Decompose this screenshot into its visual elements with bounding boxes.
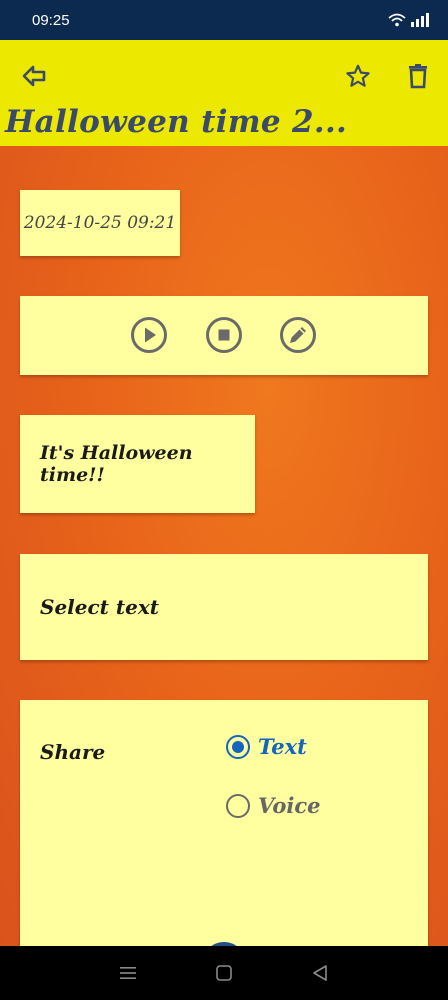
date-card: 2024-10-25 09:21: [20, 190, 180, 256]
share-card: Share Text Voice: [20, 700, 428, 946]
triangle-back-icon: [313, 965, 327, 981]
status-bar: 09:25: [0, 0, 448, 40]
radio-unselected[interactable]: [226, 793, 250, 818]
nav-home-button[interactable]: [209, 958, 239, 988]
share-label: Share: [40, 740, 106, 764]
menu-lines-icon: [120, 967, 136, 979]
wifi-icon: [388, 13, 406, 27]
note-message-card: It's Halloween time!!: [20, 415, 255, 513]
trash-icon: [409, 64, 427, 89]
play-button[interactable]: [130, 316, 168, 354]
arrow-back-icon: [22, 65, 46, 87]
stop-icon: [206, 317, 242, 353]
note-date: 2024-10-25 09:21: [23, 213, 177, 233]
stop-button[interactable]: [205, 316, 243, 354]
radio-selected[interactable]: [226, 734, 250, 759]
star-outline-icon: [346, 64, 370, 87]
note-content: 2024-10-25 09:21 It's Halloween time!! S…: [0, 146, 448, 946]
share-option-text-label: Text: [258, 734, 307, 759]
share-option-text[interactable]: Text: [226, 734, 307, 759]
playback-controls: [20, 296, 428, 375]
signal-icon: [411, 13, 429, 27]
back-button[interactable]: [16, 58, 52, 94]
app-bar: Halloween time 2...: [0, 40, 448, 146]
share-option-voice[interactable]: Voice: [226, 793, 321, 818]
edit-button[interactable]: [279, 316, 317, 354]
favorite-button[interactable]: [340, 58, 376, 94]
nav-back-button[interactable]: [305, 958, 335, 988]
select-text-button[interactable]: Select text: [20, 554, 428, 660]
nav-recents-button[interactable]: [113, 958, 143, 988]
square-icon: [216, 965, 232, 981]
status-time: 09:25: [32, 11, 70, 29]
select-text-label: Select text: [40, 595, 159, 619]
pencil-icon: [280, 317, 316, 353]
delete-button[interactable]: [400, 58, 436, 94]
play-icon: [131, 317, 167, 353]
page-title: Halloween time 2...: [5, 104, 348, 140]
share-option-voice-label: Voice: [258, 793, 321, 818]
note-message: It's Halloween time!!: [40, 442, 193, 486]
system-nav-bar: [0, 946, 448, 1000]
